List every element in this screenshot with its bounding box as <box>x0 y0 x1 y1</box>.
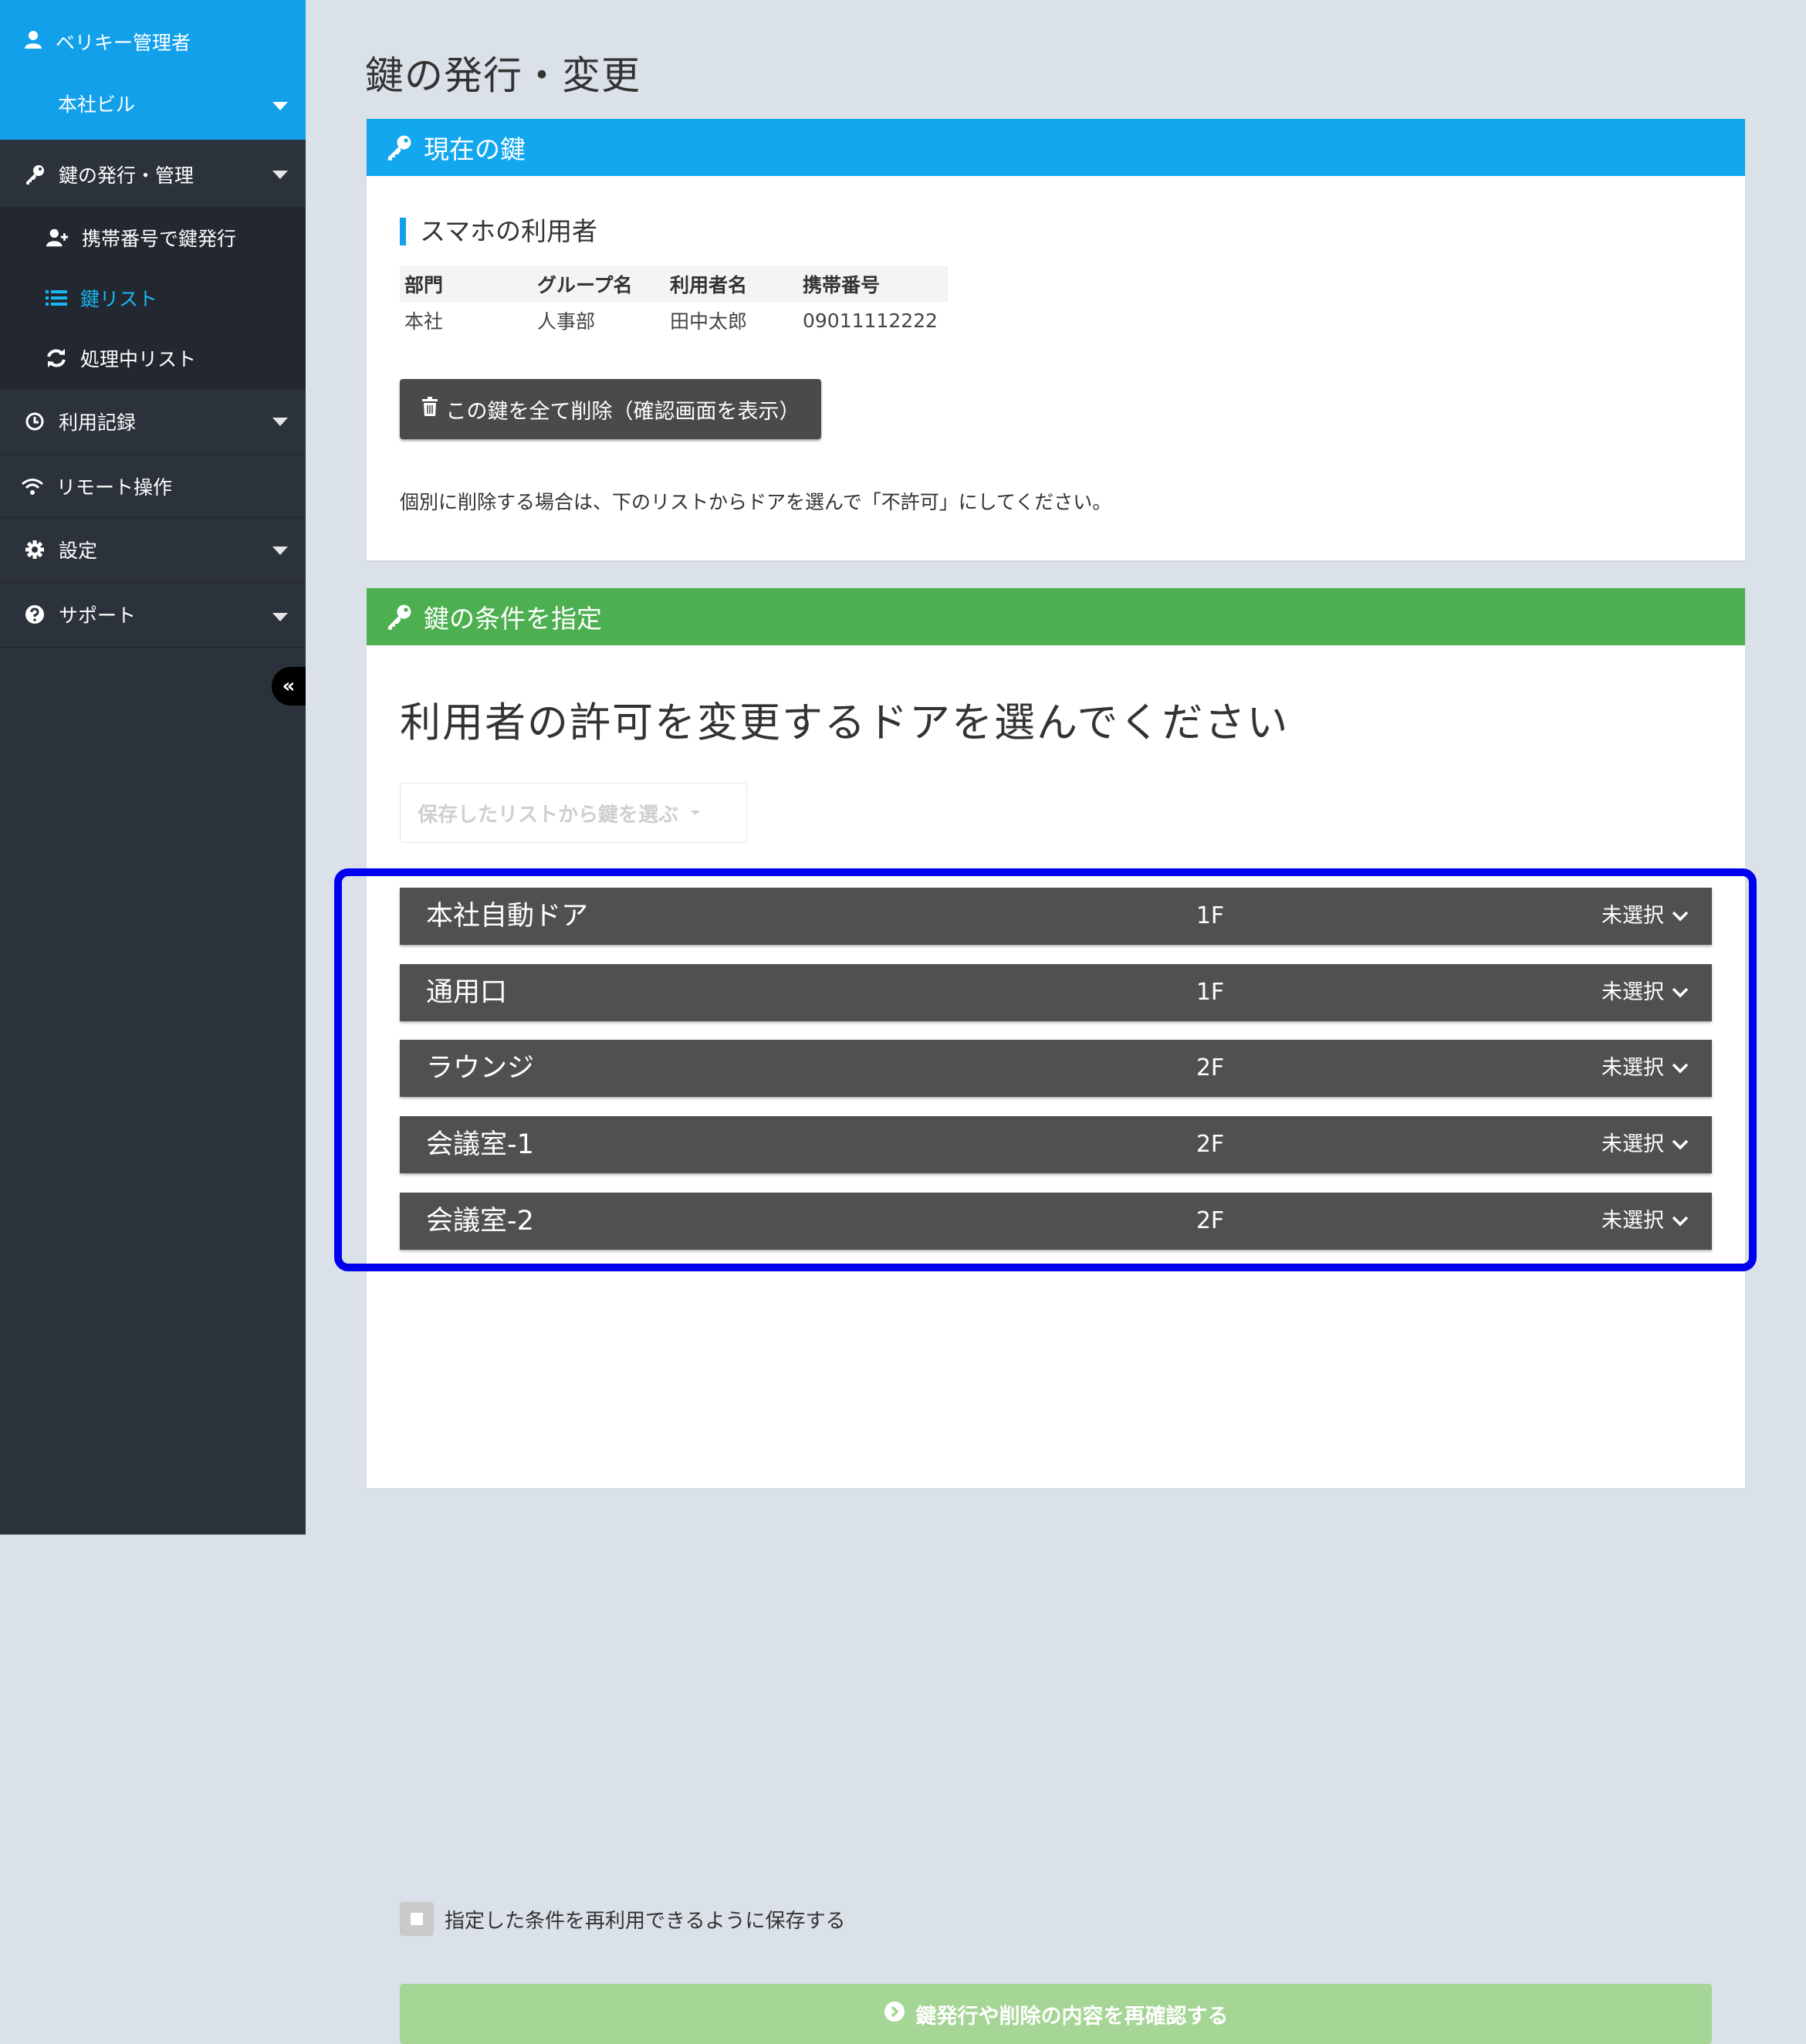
table-header-row: 部門 グループ名 利用者名 携帯番号 <box>400 266 948 303</box>
saved-list-dropdown[interactable]: 保存したリストから鍵を選ぶ <box>400 783 747 843</box>
current-key-header: 現在の鍵 <box>367 119 1745 176</box>
button-label: この鍵を全て削除（確認画面を表示） <box>445 399 800 424</box>
chevron-down-icon <box>272 171 288 179</box>
save-conditions-checkbox[interactable]: 指定した条件を再利用できるように保存する <box>400 1902 845 1936</box>
sidebar-collapse-button[interactable]: « <box>272 667 306 706</box>
column-header: 利用者名 <box>665 266 798 303</box>
table-cell: 09011112222 <box>803 309 938 332</box>
building-chevron-down-icon[interactable] <box>272 102 288 110</box>
sidebar-item-processing-list[interactable]: 処理中リスト <box>0 338 306 378</box>
key-icon <box>23 163 46 186</box>
table-row: 本社 人事部 田中太郎 09011112222 <box>400 303 948 338</box>
chevron-down-icon <box>272 418 288 426</box>
table-cell: 田中太郎 <box>670 310 748 333</box>
question-icon <box>23 603 46 626</box>
delete-note: 個別に削除する場合は、下のリストからドアを選んで「不許可」にしてください。 <box>400 491 1112 513</box>
column-header: 部門 <box>400 266 533 303</box>
column-header: 携帯番号 <box>798 266 948 303</box>
sidebar-item-label: サポート <box>59 604 137 627</box>
sidebar-header: ベリキー管理者 本社ビル <box>0 0 306 140</box>
dropdown-label: 保存したリストから鍵を選ぶ <box>418 803 679 827</box>
checkbox[interactable] <box>400 1902 434 1936</box>
section-subheading: スマホの利用者 <box>400 218 597 245</box>
conditions-header: 鍵の条件を指定 <box>367 588 1745 645</box>
door-list-highlight <box>334 868 1757 1271</box>
trash-icon <box>421 396 438 422</box>
sidebar-item-support[interactable]: サポート <box>0 584 306 645</box>
button-label: 鍵発行や削除の内容を再確認する <box>915 2004 1229 2029</box>
clock-icon <box>23 410 46 433</box>
divider <box>0 647 306 648</box>
sidebar-item-label: 鍵の発行・管理 <box>59 164 194 187</box>
add-user-icon <box>46 226 69 249</box>
list-icon <box>45 286 68 310</box>
sidebar-item-usage-log[interactable]: 利用記録 <box>0 391 306 452</box>
building-selector-label[interactable]: 本社ビル <box>58 90 135 117</box>
sidebar-item-label: 処理中リスト <box>80 348 197 371</box>
chevron-right-circle-icon <box>884 2001 905 2028</box>
column-header: グループ名 <box>533 266 665 303</box>
sidebar-item-remote[interactable]: リモート操作 <box>0 455 306 517</box>
sidebar-item-label: 携帯番号で鍵発行 <box>82 228 237 250</box>
card-title: 鍵の条件を指定 <box>424 604 602 634</box>
wifi-icon <box>21 475 44 498</box>
checkbox-label: 指定した条件を再利用できるように保存する <box>445 1909 846 1933</box>
gear-icon <box>23 538 46 561</box>
delete-all-keys-button[interactable]: この鍵を全て削除（確認画面を表示） <box>400 379 821 439</box>
user-table: 部門 グループ名 利用者名 携帯番号 本社 人事部 田中太郎 090111122… <box>400 266 948 338</box>
chevron-down-icon <box>272 613 288 621</box>
sidebar-item-key-manage[interactable]: 鍵の発行・管理 <box>0 144 306 205</box>
user-icon <box>23 29 43 54</box>
sidebar-item-label: 鍵リスト <box>80 288 158 310</box>
sidebar-item-key-list[interactable]: 鍵リスト <box>0 278 306 318</box>
page-title: 鍵の発行・変更 <box>365 53 641 98</box>
sidebar-item-label: 設定 <box>59 540 98 562</box>
card-title: 現在の鍵 <box>424 134 526 164</box>
user-menu[interactable]: ベリキー管理者 <box>23 28 191 56</box>
sidebar: ベリキー管理者 本社ビル 鍵の発行・管理 携帯番号で鍵発行 鍵リスト 処理中リス… <box>0 0 306 1535</box>
sidebar-item-issue-by-phone[interactable]: 携帯番号で鍵発行 <box>0 218 306 258</box>
key-icon <box>385 603 413 631</box>
caret-down-icon <box>691 810 701 815</box>
door-select-heading: 利用者の許可を変更するドアを選んでください <box>400 699 1290 746</box>
table-cell: 本社 <box>404 310 444 333</box>
refresh-icon <box>45 347 68 370</box>
sidebar-item-label: リモート操作 <box>56 476 173 499</box>
confirm-button[interactable]: 鍵発行や削除の内容を再確認する <box>400 1984 1712 2044</box>
chevron-down-icon <box>272 547 288 555</box>
current-key-card: 現在の鍵 スマホの利用者 部門 グループ名 利用者名 携帯番号 本社 人事部 田… <box>367 119 1745 560</box>
table-cell: 人事部 <box>537 310 596 333</box>
key-icon <box>385 134 413 161</box>
sidebar-item-label: 利用記録 <box>59 411 137 434</box>
sidebar-item-settings[interactable]: 設定 <box>0 519 306 580</box>
user-name: ベリキー管理者 <box>56 32 191 54</box>
